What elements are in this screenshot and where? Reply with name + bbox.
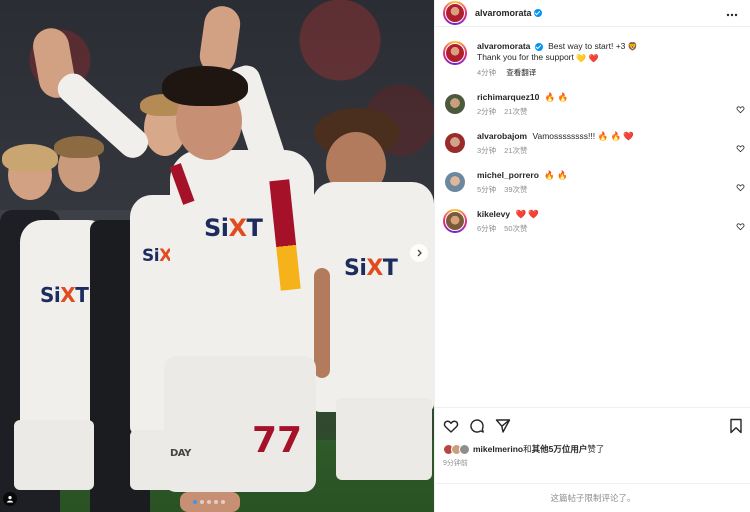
likes-joiner: 和 bbox=[523, 444, 532, 454]
lion-emoji-icon: 🦁 bbox=[627, 42, 638, 52]
likes-others[interactable]: 其他5万位用户 bbox=[532, 444, 588, 454]
post-caption: alvaromorata Best way to start! +3 🦁 Tha… bbox=[435, 33, 750, 78]
caption-time: 4分钟 bbox=[477, 67, 497, 77]
comments-limited-notice: 这篇帖子限制评论了。 bbox=[435, 483, 750, 512]
comment-likes[interactable]: 21次赞 bbox=[504, 107, 527, 116]
comment-likes[interactable]: 39次赞 bbox=[504, 185, 527, 194]
shorts-sponsor: DAY bbox=[170, 448, 191, 459]
comment-icon[interactable] bbox=[469, 418, 485, 434]
carousel-dot bbox=[221, 500, 225, 504]
comment-likes[interactable]: 21次赞 bbox=[504, 146, 527, 155]
post-photo[interactable]: SiXT SiXT SiXT bbox=[0, 0, 434, 512]
commenter-avatar[interactable] bbox=[443, 208, 467, 233]
bookmark-icon[interactable] bbox=[729, 418, 743, 434]
heart-icon[interactable] bbox=[736, 183, 745, 192]
comment-time: 2分钟 bbox=[477, 106, 497, 116]
comment-username[interactable]: michel_porrero bbox=[477, 170, 539, 180]
caption-text: Best way to start! +3 bbox=[548, 41, 626, 51]
carousel-dot bbox=[214, 500, 218, 504]
share-icon[interactable] bbox=[495, 418, 511, 434]
comment-time: 5分钟 bbox=[477, 184, 497, 194]
commenter-avatar[interactable] bbox=[445, 93, 465, 114]
more-icon bbox=[726, 13, 738, 17]
shorts-number: 77 bbox=[252, 420, 303, 461]
comment-likes[interactable]: 50次赞 bbox=[504, 224, 527, 233]
comment-username[interactable]: alvarobajom bbox=[477, 131, 527, 141]
author-username[interactable]: alvaromorata bbox=[475, 8, 532, 18]
comment-emojis: 🔥 🔥 ❤️ bbox=[597, 130, 634, 141]
heart-icon[interactable] bbox=[736, 144, 745, 153]
comment-item: alvarobajom Vamossssssss!!! 🔥 🔥 ❤️ 3分钟 21… bbox=[435, 123, 750, 156]
carousel-dot bbox=[207, 500, 211, 504]
comment-text: Vamossssssss!!! bbox=[532, 130, 596, 141]
comment-item: michel_porrero 🔥 🔥 5分钟 39次赞 bbox=[435, 162, 750, 195]
sponsor-logo: SiXT bbox=[344, 256, 398, 281]
comment-text: 🔥 🔥 bbox=[544, 91, 569, 102]
see-translation-link[interactable]: 查看翻译 bbox=[506, 68, 536, 77]
heart-icon[interactable] bbox=[736, 105, 745, 114]
main-player: SiXT 77 DAY bbox=[30, 0, 330, 512]
liker-username[interactable]: mikelmerino bbox=[473, 444, 523, 454]
comments-list: alvaromorata Best way to start! +3 🦁 Tha… bbox=[435, 33, 750, 234]
commenter-avatar[interactable] bbox=[445, 132, 465, 153]
verified-icon bbox=[534, 42, 543, 51]
author-avatar[interactable] bbox=[443, 1, 467, 25]
carousel-dot bbox=[193, 500, 197, 504]
comment-text: ❤️ ❤️ bbox=[515, 208, 539, 219]
sponsor-logo: SiXT bbox=[204, 214, 263, 242]
commenter-avatar[interactable] bbox=[445, 171, 465, 192]
user-tag-icon bbox=[7, 496, 13, 503]
comment-username[interactable]: kikelevy bbox=[477, 209, 510, 219]
more-options-button[interactable] bbox=[726, 6, 738, 20]
heart-icon[interactable] bbox=[736, 222, 745, 231]
caption-line2: Thank you for the support bbox=[477, 52, 574, 63]
user-tag-button[interactable] bbox=[3, 492, 17, 506]
likes-suffix: 赞了 bbox=[587, 444, 605, 454]
next-image-button[interactable] bbox=[410, 244, 428, 262]
author-avatar[interactable] bbox=[443, 41, 467, 65]
comment-time: 6分钟 bbox=[477, 223, 497, 233]
heart-icon[interactable] bbox=[443, 418, 459, 434]
carousel-dot bbox=[200, 500, 204, 504]
verified-icon bbox=[533, 9, 542, 17]
carousel-dots bbox=[193, 500, 225, 504]
likes-summary[interactable]: mikelmerino和其他5万位用户赞了 bbox=[443, 443, 743, 455]
liker-avatar bbox=[459, 443, 470, 455]
comment-item: kikelevy ❤️ ❤️ 6分钟 50次赞 bbox=[435, 201, 750, 234]
post-timestamp[interactable]: 9分钟前 bbox=[443, 458, 743, 468]
post-actions: mikelmerino和其他5万位用户赞了 9分钟前 bbox=[435, 407, 750, 468]
chevron-right-icon bbox=[417, 249, 422, 257]
caption-username[interactable]: alvaromorata bbox=[477, 41, 530, 51]
red-heart-icon: ❤️ bbox=[588, 53, 599, 63]
comment-time: 3分钟 bbox=[477, 145, 497, 155]
comment-item: richimarquez10 🔥 🔥 2分钟 21次赞 bbox=[435, 84, 750, 117]
comment-text: 🔥 🔥 bbox=[544, 169, 568, 180]
yellow-heart-icon: 💛 bbox=[576, 53, 587, 63]
post-header: alvaromorata bbox=[435, 0, 750, 27]
post-sidebar: alvaromorata alvaromorata Best way to st… bbox=[434, 0, 750, 512]
comment-username[interactable]: richimarquez10 bbox=[477, 92, 539, 102]
